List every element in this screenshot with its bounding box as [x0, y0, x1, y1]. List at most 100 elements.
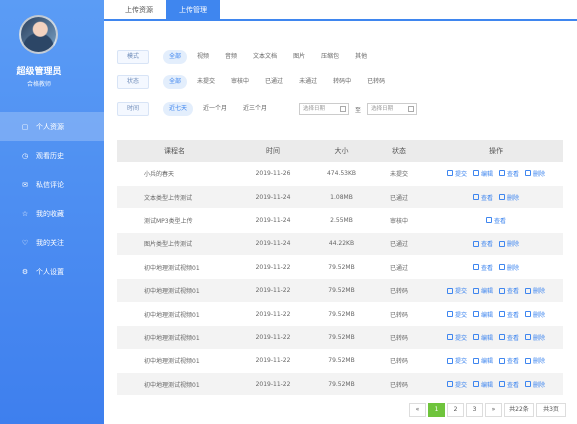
- history-icon: ◷: [21, 151, 29, 160]
- action-link[interactable]: 查看: [472, 263, 493, 272]
- cell-size: 1.08MB: [314, 185, 369, 210]
- action-link[interactable]: 查看: [499, 356, 519, 365]
- filter-option-status[interactable]: 已转码: [361, 75, 391, 89]
- cell-time: 2019-11-22: [232, 302, 314, 327]
- filter-option-time[interactable]: 近一个月: [197, 102, 233, 116]
- action-label: 查看: [507, 311, 520, 319]
- filter-option-time[interactable]: 近七天: [163, 102, 194, 116]
- action-link[interactable]: 查看: [499, 310, 519, 319]
- tab-upload-resource[interactable]: 上传资源: [112, 0, 166, 21]
- action-link[interactable]: 删除: [525, 380, 545, 389]
- page-button[interactable]: 1: [428, 403, 445, 417]
- action-link[interactable]: 提交: [446, 286, 467, 295]
- avatar[interactable]: [19, 15, 58, 54]
- action-link[interactable]: 提交: [446, 310, 467, 319]
- table-row: 初中地理测试视频01 2019-11-22 79.52MB 已转码 提交 编辑 查看 删除: [117, 278, 563, 303]
- action-link[interactable]: 查看: [499, 169, 519, 178]
- start-date-input[interactable]: 选择日期: [299, 103, 350, 115]
- filter-option-mode[interactable]: 其他: [349, 50, 373, 64]
- cell-time: 2019-11-22: [232, 349, 314, 374]
- row-actions: 查看 删除: [429, 193, 563, 202]
- action-link[interactable]: 编辑: [472, 310, 493, 319]
- action-link[interactable]: 编辑: [472, 169, 493, 178]
- action-link[interactable]: 提交: [446, 380, 467, 389]
- sidebar-item-1[interactable]: ◷ 观看历史: [0, 141, 104, 170]
- filter-option-mode[interactable]: 音频: [219, 50, 243, 64]
- page-button[interactable]: 3: [466, 403, 483, 417]
- action-icon: [472, 287, 479, 294]
- action-icon: [525, 357, 532, 364]
- action-link[interactable]: 提交: [446, 169, 467, 178]
- filter-option-status[interactable]: 未提交: [191, 75, 221, 89]
- action-link[interactable]: 查看: [499, 333, 519, 342]
- action-link[interactable]: 查看: [472, 193, 493, 202]
- action-link[interactable]: 编辑: [472, 333, 493, 342]
- cell-size: 79.52MB: [314, 372, 369, 397]
- action-link[interactable]: 删除: [525, 310, 545, 319]
- cell-size: 44.22KB: [314, 232, 369, 257]
- end-date-input[interactable]: 选择日期: [367, 103, 418, 115]
- action-link[interactable]: 删除: [499, 239, 519, 248]
- sidebar-item-2[interactable]: ✉ 私信评论: [0, 170, 104, 199]
- action-link[interactable]: 删除: [525, 286, 545, 295]
- next-page-button[interactable]: »: [485, 403, 502, 417]
- action-link[interactable]: 提交: [446, 333, 467, 342]
- page-button[interactable]: 2: [447, 403, 464, 417]
- action-icon: [446, 287, 453, 294]
- action-icon: [446, 357, 453, 364]
- action-link[interactable]: 删除: [525, 169, 545, 178]
- action-link[interactable]: 编辑: [472, 286, 493, 295]
- action-link[interactable]: 删除: [525, 333, 545, 342]
- sidebar-item-0[interactable]: ▢ 个人资源: [0, 112, 104, 141]
- table-row: 初中地理测试视频01 2019-11-22 79.52MB 已转码 提交 编辑 查看 删除: [117, 302, 563, 327]
- cell-size: 79.52MB: [314, 278, 369, 303]
- action-icon: [446, 334, 453, 341]
- row-actions: 查看: [429, 216, 563, 225]
- filter-option-mode[interactable]: 压缩包: [315, 50, 345, 64]
- sidebar-item-4[interactable]: ♡ 我的关注: [0, 228, 104, 257]
- action-link[interactable]: 查看: [472, 239, 493, 248]
- row-actions: 查看 删除: [429, 239, 563, 248]
- filter-option-status[interactable]: 转码中: [327, 75, 357, 89]
- cell-status: 已转码: [369, 325, 429, 350]
- action-link[interactable]: 删除: [499, 263, 519, 272]
- row-actions: 查看 删除: [429, 263, 563, 272]
- action-link[interactable]: 查看: [499, 380, 519, 389]
- action-icon: [472, 170, 479, 177]
- filter-option-time[interactable]: 近三个月: [237, 102, 273, 116]
- filter-option-mode[interactable]: 全部: [163, 50, 188, 64]
- action-link[interactable]: 编辑: [472, 380, 493, 389]
- filter-option-mode[interactable]: 图片: [287, 50, 311, 64]
- action-icon: [499, 357, 505, 364]
- action-link[interactable]: 提交: [446, 356, 467, 365]
- filter-label-mode: 模式: [117, 50, 149, 64]
- filter-row-status: 状态 全部 未提交 审核中 已通过 未通过 转码中 已转码: [117, 73, 395, 91]
- filter-option-status[interactable]: 已通过: [259, 75, 289, 89]
- sidebar-item-3[interactable]: ☆ 我的收藏: [0, 199, 104, 228]
- cell-ops: 查看: [429, 208, 563, 233]
- tab-upload-manage[interactable]: 上传管理: [166, 0, 220, 21]
- cell-size: 79.52MB: [314, 255, 369, 280]
- action-icon: [472, 264, 479, 271]
- filter-option-status[interactable]: 未通过: [293, 75, 323, 89]
- cell-name: 图片类型上传测试: [117, 232, 232, 257]
- filter-option-status[interactable]: 全部: [163, 75, 188, 89]
- action-label: 查看: [507, 358, 520, 366]
- action-icon: [472, 194, 479, 201]
- action-link[interactable]: 查看: [499, 286, 519, 295]
- cell-time: 2019-11-22: [232, 255, 314, 280]
- filter-option-status[interactable]: 审核中: [225, 75, 255, 89]
- action-icon: [499, 194, 505, 201]
- table-row: 文本类型上传测试 2019-11-24 1.08MB 已通过 查看 删除: [117, 185, 563, 210]
- action-link[interactable]: 查看: [485, 216, 506, 225]
- filter-option-mode[interactable]: 视频: [191, 50, 215, 64]
- pagination: «1 2 3» 共22条 共3页: [409, 403, 566, 417]
- action-link[interactable]: 删除: [525, 356, 545, 365]
- sidebar-item-5[interactable]: ⚙ 个人设置: [0, 257, 104, 286]
- prev-page-button[interactable]: «: [409, 403, 426, 417]
- action-label: 删除: [507, 194, 520, 202]
- action-link[interactable]: 删除: [499, 193, 519, 202]
- cell-status: 已通过: [369, 232, 429, 257]
- action-link[interactable]: 编辑: [472, 356, 493, 365]
- filter-option-mode[interactable]: 文本文档: [247, 50, 283, 64]
